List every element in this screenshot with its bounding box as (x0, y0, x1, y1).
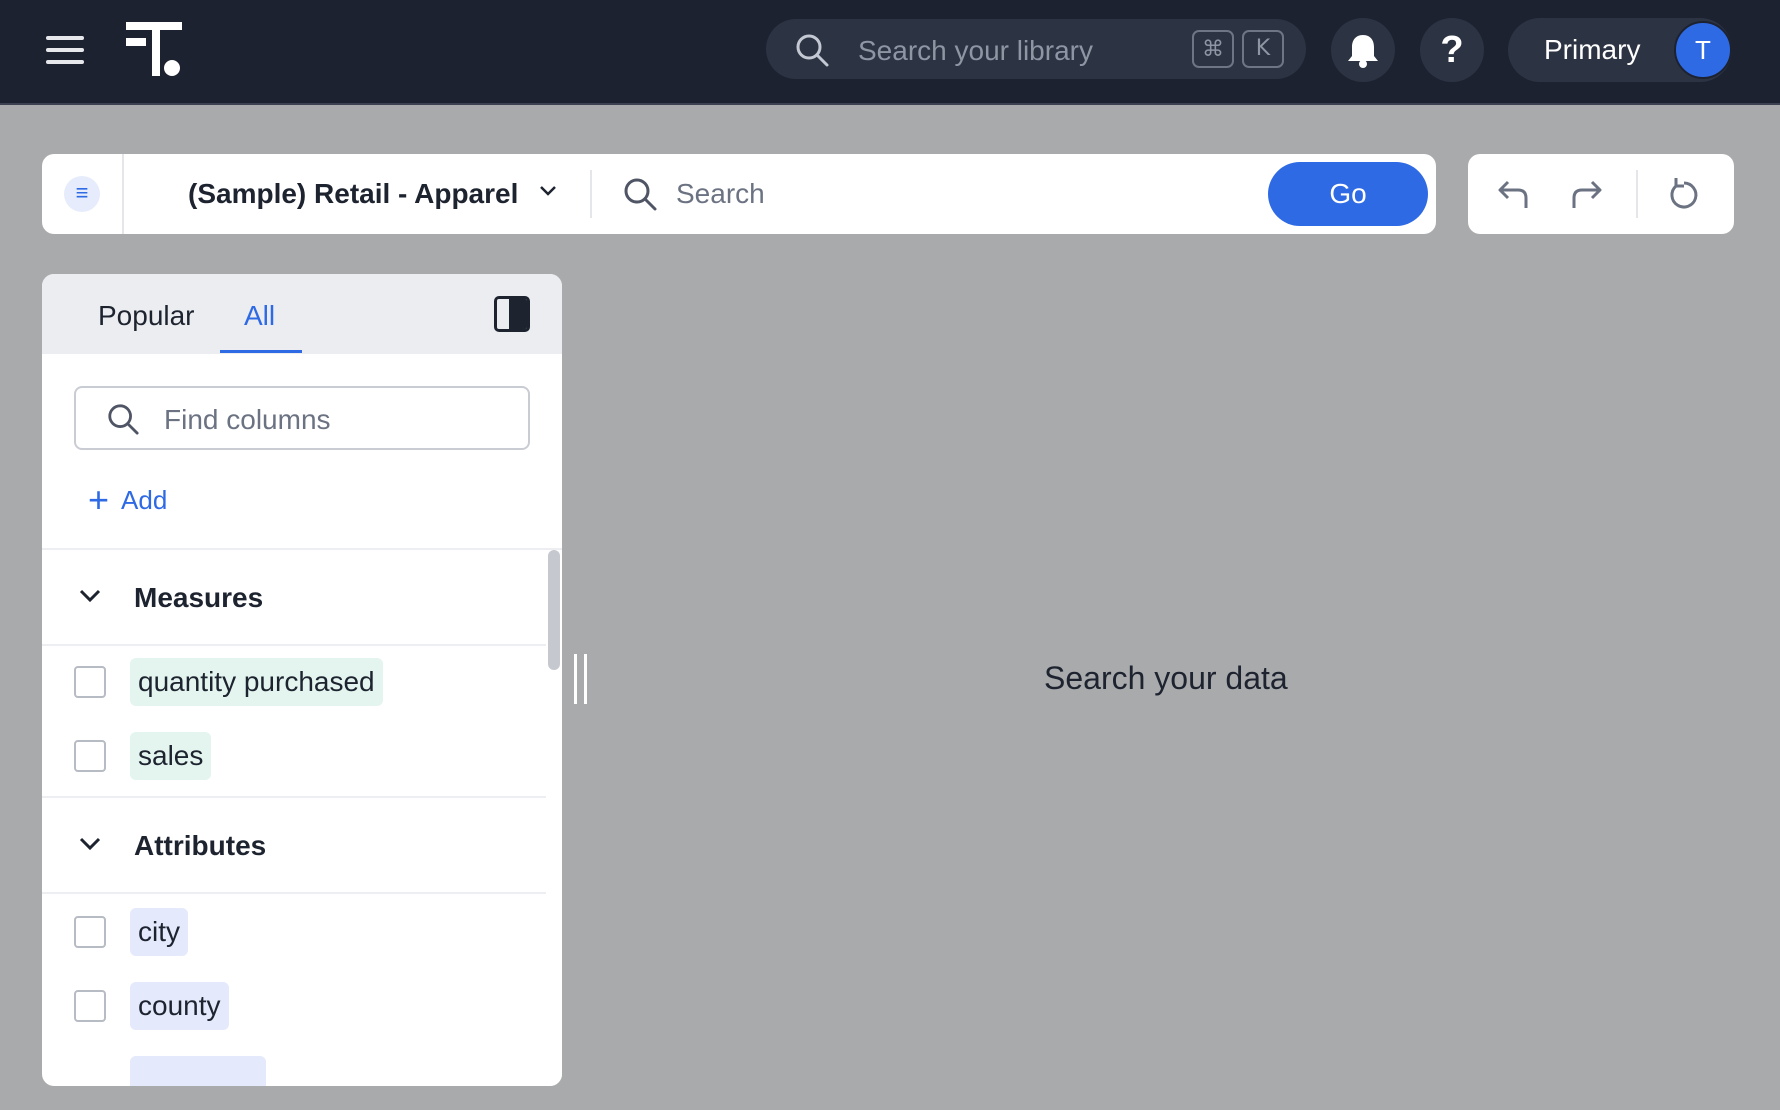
empty-state-message: Search your data (1044, 660, 1288, 696)
help-button[interactable]: ? (1420, 18, 1484, 82)
data-panel-header: Popular All (42, 274, 562, 354)
scrollbar-thumb[interactable] (548, 550, 560, 670)
chevron-down-icon (79, 589, 101, 603)
column-list: Measures quantity purchased sales Attrib… (42, 550, 546, 1086)
search-icon (108, 404, 139, 435)
list-item (42, 1044, 546, 1086)
list-item: quantity purchased (42, 646, 546, 720)
measure-chip[interactable]: quantity purchased (130, 658, 383, 706)
org-label: Primary (1544, 34, 1641, 65)
column-checkbox[interactable] (74, 916, 106, 948)
tab-all[interactable]: All (244, 300, 275, 332)
answer-search-input[interactable]: Search (676, 178, 765, 210)
menu-icon[interactable] (46, 36, 84, 64)
column-checkbox[interactable] (74, 666, 106, 698)
find-columns-placeholder: Find columns (164, 404, 331, 435)
avatar[interactable]: T (1674, 21, 1732, 79)
collapse-panel-icon[interactable] (494, 296, 530, 332)
library-search-placeholder: Search your library (858, 35, 1093, 66)
tab-popular[interactable]: Popular (98, 300, 195, 332)
notifications-button[interactable] (1331, 18, 1395, 82)
history-controls (1468, 154, 1734, 234)
panel-resize-handle[interactable] (572, 654, 592, 704)
plus-icon: + (88, 479, 110, 520)
org-switcher-button[interactable]: Primary T (1508, 18, 1732, 82)
divider (590, 170, 592, 218)
command-key-hint: ⌘ (1192, 30, 1234, 68)
chevron-down-icon (79, 837, 101, 851)
search-icon (624, 178, 657, 211)
column-checkbox[interactable] (74, 990, 106, 1022)
app-logo[interactable] (124, 20, 184, 78)
add-column-button[interactable]: + Add (88, 480, 167, 520)
k-key-hint: K (1242, 30, 1284, 68)
data-panel-toggle-button[interactable]: ≡ (42, 154, 124, 234)
data-panel: Popular All Find columns + Add Measures … (42, 274, 562, 1086)
go-button[interactable]: Go (1268, 162, 1428, 226)
list-item: sales (42, 720, 546, 794)
library-search-input[interactable]: Search your library ⌘ K (766, 19, 1306, 79)
list-icon: ≡ (64, 176, 100, 212)
section-header-attributes[interactable]: Attributes (42, 798, 546, 894)
find-columns-input[interactable]: Find columns (74, 386, 530, 450)
attribute-chip[interactable] (130, 1056, 266, 1086)
measure-chip[interactable]: sales (130, 732, 212, 780)
attribute-chip[interactable]: city (130, 908, 188, 956)
column-checkbox[interactable] (74, 740, 106, 772)
section-header-measures[interactable]: Measures (42, 550, 546, 646)
data-source-name: (Sample) Retail - Apparel (188, 178, 519, 209)
active-tab-indicator (220, 350, 302, 353)
top-navigation-bar: Search your library ⌘ K ? Primary T (0, 0, 1780, 105)
redo-icon[interactable] (1566, 174, 1606, 214)
data-source-selector[interactable]: (Sample) Retail - Apparel (124, 154, 556, 234)
attribute-chip[interactable]: county (130, 982, 229, 1030)
reset-icon[interactable] (1664, 174, 1704, 214)
undo-icon[interactable] (1494, 174, 1534, 214)
list-item: city (42, 896, 546, 970)
bell-icon (1348, 35, 1378, 68)
search-icon (796, 34, 829, 67)
section-title: Attributes (134, 830, 267, 861)
answer-search-bar: ≡ (Sample) Retail - Apparel Search Go (42, 154, 1436, 234)
add-label: Add (121, 484, 168, 515)
section-title: Measures (134, 582, 264, 613)
list-item: county (42, 970, 546, 1044)
help-icon: ? (1440, 28, 1464, 71)
divider (1636, 170, 1638, 218)
chevron-down-icon (540, 186, 556, 196)
